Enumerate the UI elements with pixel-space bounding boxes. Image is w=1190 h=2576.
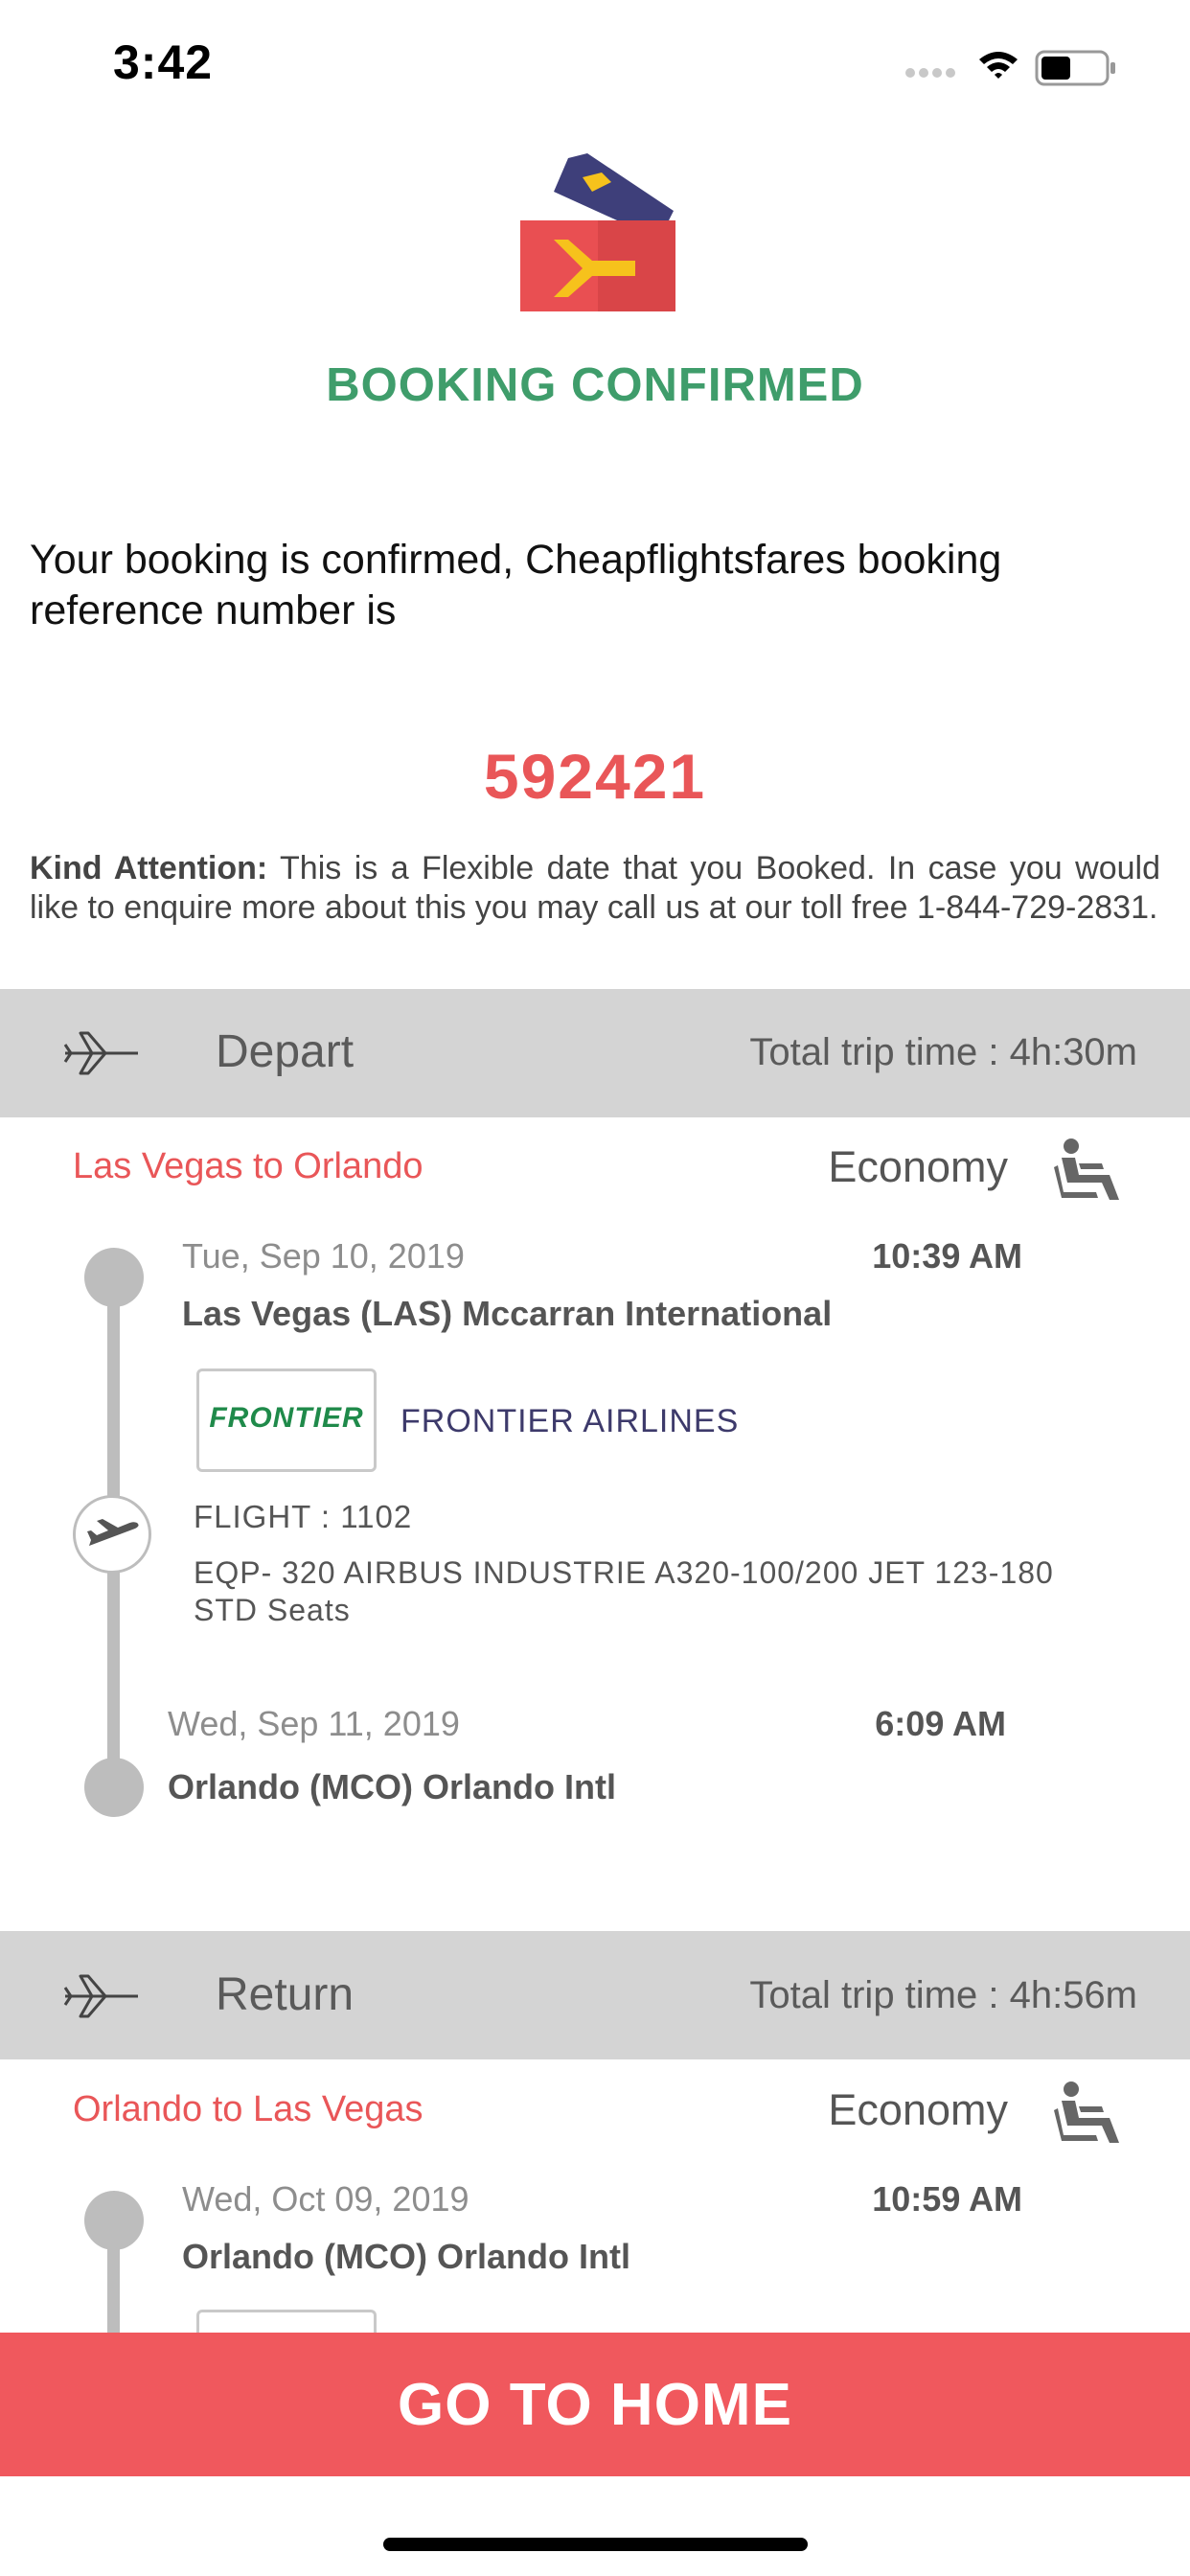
status-time: 3:42 (113, 35, 214, 89)
confirmation-message: Your booking is confirmed, Cheapflightsf… (30, 537, 1002, 633)
plane-takeoff-icon (87, 1519, 139, 1546)
return-cabin-class: Economy (828, 2085, 1008, 2134)
equipment-info: EQP- 320 AIRBUS INDUSTRIE A320-100/200 J… (194, 1555, 1054, 1627)
attention-label: Kind Attention: (30, 850, 268, 886)
depart-total-trip-time: Total trip time : 4h:30m (749, 1031, 1137, 1073)
depart-title: Depart (216, 1026, 355, 1077)
seat-icon (1054, 2082, 1119, 2143)
airline-logo-text: FRONTIER (209, 1402, 364, 1434)
ticket-icon (520, 153, 675, 311)
return-route: Orlando to Las Vegas (73, 2089, 423, 2129)
return-title: Return (216, 1969, 355, 2020)
wifi-icon (979, 52, 1018, 79)
go-to-home-button[interactable]: GO TO HOME (0, 2333, 1190, 2476)
depart-origin-airport: Las Vegas (LAS) Mccarran International (182, 1294, 833, 1333)
signal-icon (905, 68, 955, 78)
timeline-origin-dot (84, 1248, 144, 1307)
airline-name: FRONTIER AIRLINES (400, 1403, 740, 1439)
flight-number: FLIGHT : 1102 (194, 1499, 413, 1534)
depart-dest-date: Wed, Sep 11, 2019 (168, 1704, 460, 1743)
page-title: BOOKING CONFIRMED (326, 359, 864, 411)
return-total-trip-time: Total trip time : 4h:56m (749, 1974, 1137, 2016)
timeline-destination-dot (84, 1758, 144, 1817)
return-origin-time: 10:59 AM (872, 2179, 1022, 2219)
depart-dest-airport: Orlando (MCO) Orlando Intl (168, 1767, 616, 1806)
timeline-origin-dot (84, 2191, 144, 2250)
home-indicator (383, 2538, 808, 2551)
plane-icon (63, 1031, 138, 1075)
depart-cabin-class: Economy (828, 1142, 1008, 1191)
depart-route: Las Vegas to Orlando (73, 1146, 423, 1186)
depart-dest-time: 6:09 AM (875, 1704, 1006, 1743)
plane-icon (63, 1974, 138, 2018)
return-origin-airport: Orlando (MCO) Orlando Intl (182, 2237, 630, 2276)
battery-icon (1035, 50, 1115, 86)
depart-origin-time: 10:39 AM (872, 1236, 1022, 1276)
status-icons (905, 50, 1115, 86)
airline-logo: FRONTIER (196, 1368, 377, 1472)
seat-icon (1054, 1138, 1119, 1200)
depart-origin-date: Tue, Sep 10, 2019 (182, 1236, 465, 1276)
booking-reference-number: 592421 (483, 741, 707, 812)
attention-notice: Kind Attention: This is a Flexible date … (30, 849, 1160, 928)
return-origin-date: Wed, Oct 09, 2019 (182, 2179, 469, 2219)
timeline-plane-marker (73, 1495, 151, 1574)
